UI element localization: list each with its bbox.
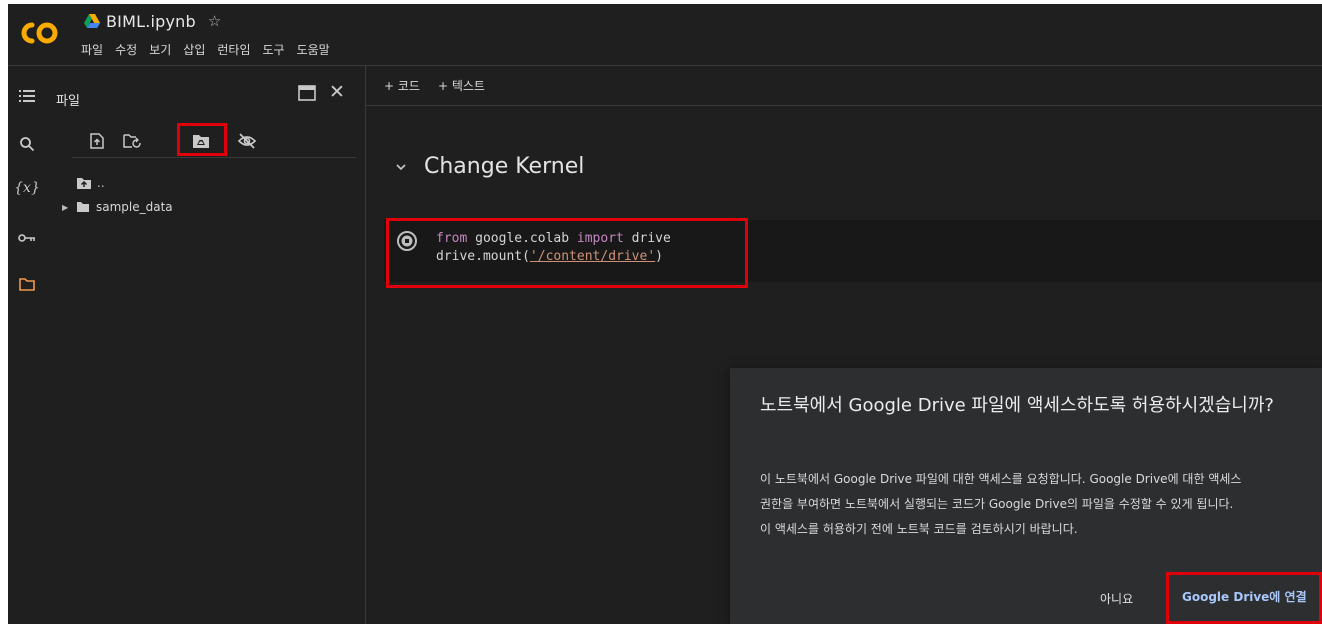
table-of-contents-icon[interactable] <box>14 84 40 108</box>
tree-item-sample-data[interactable]: ▶ sample_data <box>62 198 173 216</box>
tree-item-parent[interactable]: .. <box>76 174 105 192</box>
tree-item-label: sample_data <box>96 200 173 214</box>
left-rail: {x} <box>8 66 48 624</box>
dialog-title: 노트북에서 Google Drive 파일에 액세스하도록 허용하시겠습니까? <box>760 395 1274 416</box>
add-text-button[interactable]: + 텍스트 <box>438 77 485 94</box>
notebook-toolbar: + 코드 + 텍스트 <box>366 66 1322 106</box>
google-drive-icon <box>84 14 100 28</box>
notebook-title[interactable]: BIML.ipynb <box>106 12 196 31</box>
secrets-key-icon[interactable] <box>14 226 40 250</box>
menu-view[interactable]: 보기 <box>149 41 171 59</box>
dialog-body-line: 이 액세스를 허용하기 전에 노트북 코드를 검토하시기 바랍니다. <box>760 522 1078 536</box>
menu-edit[interactable]: 수정 <box>115 41 137 59</box>
expand-arrow-icon[interactable]: ▶ <box>62 203 76 212</box>
drive-permission-dialog: 노트북에서 Google Drive 파일에 액세스하도록 허용하시겠습니까? … <box>730 368 1322 624</box>
menu-insert[interactable]: 삽입 <box>183 41 205 59</box>
star-icon[interactable]: ☆ <box>208 12 221 30</box>
upload-file-icon[interactable] <box>86 130 108 152</box>
connect-drive-highlight <box>1166 572 1322 624</box>
hide-files-eye-icon[interactable] <box>236 130 258 152</box>
panel-title: 파일 <box>56 94 80 109</box>
title-area: BIML.ipynb ☆ <box>84 10 221 32</box>
open-in-window-icon[interactable] <box>298 85 316 101</box>
no-button[interactable]: 아니요 <box>1100 590 1133 607</box>
folder-icon <box>77 202 89 212</box>
tree-item-label: .. <box>97 176 105 190</box>
section-heading[interactable]: Change Kernel <box>394 154 584 179</box>
code-cell-highlight <box>386 218 748 288</box>
menu-tools[interactable]: 도구 <box>263 41 285 59</box>
menu-bar: 파일 수정 보기 삽입 런타임 도구 도움말 <box>81 41 342 59</box>
search-icon[interactable] <box>14 132 40 156</box>
refresh-folder-icon[interactable] <box>122 130 144 152</box>
variables-icon[interactable]: {x} <box>14 176 40 200</box>
files-folder-icon[interactable] <box>14 272 40 296</box>
mount-drive-highlight <box>177 123 227 156</box>
colab-logo-icon[interactable] <box>18 18 60 48</box>
add-code-button[interactable]: + 코드 <box>384 77 420 94</box>
menu-runtime[interactable]: 런타임 <box>217 41 250 59</box>
chevron-down-icon[interactable] <box>394 160 408 174</box>
menu-help[interactable]: 도움말 <box>297 41 330 59</box>
dialog-body-line: 권한을 부여하면 노트북에서 실행되는 코드가 Google Drive의 파일… <box>760 497 1234 511</box>
dialog-body: 이 노트북에서 Google Drive 파일에 대한 액세스를 요청합니다. … <box>760 467 1320 542</box>
menu-file[interactable]: 파일 <box>81 41 103 59</box>
file-toolbar <box>72 123 356 158</box>
parent-folder-icon <box>77 177 91 189</box>
close-icon[interactable]: ✕ <box>328 83 346 102</box>
header: BIML.ipynb ☆ 파일 수정 보기 삽입 런타임 도구 도움말 <box>8 4 1322 66</box>
dialog-body-line: 이 노트북에서 Google Drive 파일에 대한 액세스를 요청합니다. … <box>760 472 1242 486</box>
colab-window: BIML.ipynb ☆ 파일 수정 보기 삽입 런타임 도구 도움말 {x} … <box>8 4 1322 624</box>
section-title: Change Kernel <box>424 154 585 179</box>
file-panel: 파일 ✕ .. ▶ sample_data <box>48 66 366 624</box>
